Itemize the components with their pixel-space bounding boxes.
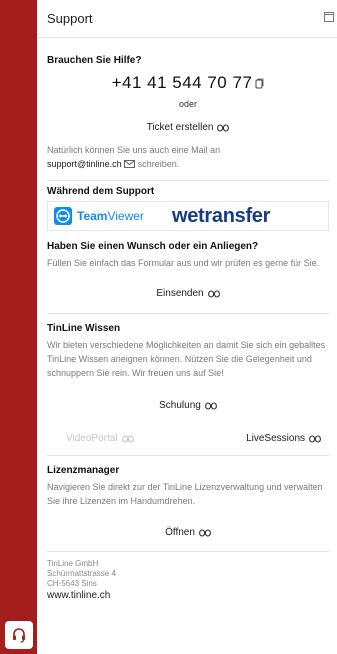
or-text: oder: [178, 99, 197, 109]
teamviewer-button[interactable]: TeamViewer: [54, 207, 144, 225]
footer-address: TinLine GmbH Schürmattstrasse 4 CH-5643 …: [47, 559, 329, 601]
send-link[interactable]: Einsenden: [156, 288, 220, 299]
livesessions-link[interactable]: LiveSessions: [246, 433, 321, 444]
support-tab-button[interactable]: [5, 621, 33, 649]
footer-website-link[interactable]: www.tinline.ch: [47, 590, 329, 601]
link-icon: [309, 434, 321, 443]
mail-info: Natürlich können Sie uns auch eine Mail …: [47, 143, 329, 171]
knowledge-links-row: VideoPortal LiveSessions: [47, 433, 329, 444]
teamviewer-logo-text: TeamViewer: [77, 209, 144, 223]
side-rail: [0, 0, 37, 654]
divider: [47, 455, 329, 456]
knowledge-heading: TinLine Wissen: [47, 323, 121, 334]
phone-number[interactable]: +41 41 544 70 77: [112, 73, 253, 93]
wish-text: Füllen Sie einfach das Formular aus und …: [47, 258, 320, 268]
link-icon: [198, 528, 211, 537]
during-support-heading: Während dem Support: [47, 186, 155, 197]
panel-content: Brauchen Sie Hilfe? +41 41 544 70 77 ode…: [47, 38, 329, 601]
open-license-link-label: Öffnen: [165, 527, 195, 538]
wish-heading: Haben Sie einen Wunsch oder ein Anliegen…: [47, 241, 259, 252]
mail-text-1: Natürlich können Sie uns auch eine Mail …: [47, 145, 221, 155]
link-icon: [207, 289, 220, 298]
headset-icon: [13, 628, 25, 643]
link-icon: [217, 123, 230, 132]
footer-city: CH-5643 Sins: [47, 579, 97, 588]
livesessions-link-label: LiveSessions: [246, 433, 305, 444]
ticket-link[interactable]: Ticket erstellen: [147, 122, 230, 133]
divider: [47, 313, 329, 314]
videoportal-link[interactable]: VideoPortal: [66, 433, 134, 444]
ticket-link-label: Ticket erstellen: [146, 122, 214, 133]
help-heading: Brauchen Sie Hilfe?: [47, 55, 142, 66]
copy-icon[interactable]: [255, 78, 264, 89]
footer-company: TinLine GmbH: [47, 559, 99, 568]
wetransfer-button[interactable]: wetransfer: [172, 205, 270, 228]
videoportal-link-label: VideoPortal: [66, 433, 118, 444]
phone-number-row: +41 41 544 70 77: [47, 73, 329, 93]
panel-header: Support: [37, 0, 337, 38]
divider: [47, 180, 329, 181]
window-icon[interactable]: [324, 12, 334, 22]
link-icon: [204, 401, 217, 410]
link-icon: [121, 434, 134, 443]
schulung-link-label: Schulung: [159, 400, 201, 411]
send-link-label: Einsenden: [156, 288, 204, 299]
footer-street: Schürmattstrasse 4: [47, 569, 116, 578]
schulung-link[interactable]: Schulung: [159, 400, 217, 411]
panel-title: Support: [47, 11, 93, 26]
license-text: Navigieren Sie direkt zur der TinLine Li…: [47, 482, 323, 506]
mail-text-2: schreiben.: [137, 159, 180, 169]
mail-address[interactable]: support@tinline.ch: [47, 159, 122, 169]
mail-icon[interactable]: [124, 160, 136, 168]
open-license-link[interactable]: Öffnen: [165, 527, 211, 538]
support-panel: Support Brauchen Sie Hilfe? +41 41 544 7…: [37, 0, 337, 654]
knowledge-text: Wir bieten verschiedene Möglichkeiten an…: [47, 340, 326, 378]
teamviewer-icon: [54, 207, 72, 225]
license-heading: Lizenzmanager: [47, 465, 120, 476]
divider: [47, 551, 329, 552]
remote-tools-row: TeamViewer wetransfer: [47, 201, 329, 231]
